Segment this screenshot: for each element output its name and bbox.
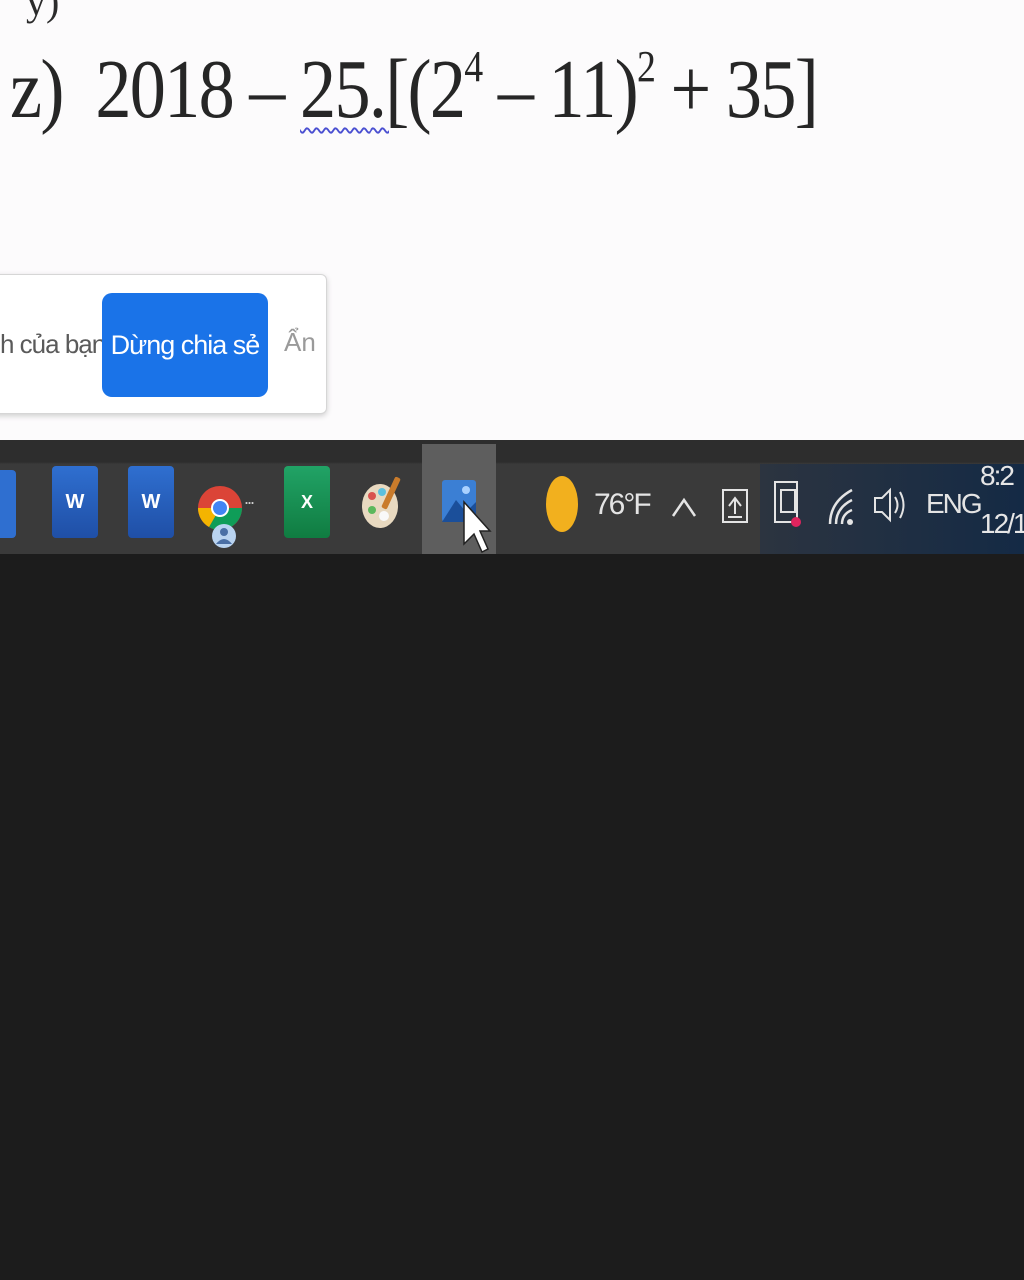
chevron-up-icon[interactable] (670, 492, 698, 527)
screen: y) z) 2018 – 25.[(24 – 11)2 + 35] h của … (0, 0, 1024, 1280)
screen-record-icon[interactable] (772, 476, 804, 539)
equation-exponent: 4 (464, 42, 483, 91)
taskbar-clock[interactable]: 8:2 12/1 (980, 452, 1024, 548)
document-canvas[interactable]: y) z) 2018 – 25.[(24 – 11)2 + 35] h của … (0, 0, 1024, 440)
hide-share-bar-link[interactable]: Ẩn (284, 327, 316, 358)
equation-part: – 11) (481, 43, 639, 136)
share-message: h của bạn. (0, 329, 112, 359)
screen-share-bar: h của bạn. Dừng chia sẻ Ẩn (0, 274, 327, 414)
stop-sharing-button[interactable]: Dừng chia sẻ (102, 293, 268, 397)
upload-icon[interactable] (720, 484, 750, 533)
word-icon[interactable]: W (52, 466, 98, 538)
clock-time: 8:2 (980, 460, 1015, 491)
volume-icon[interactable] (872, 482, 908, 533)
paint-icon[interactable] (358, 466, 406, 538)
previous-line-fragment: y) (26, 0, 60, 24)
equation-label: z) (10, 43, 64, 136)
input-language[interactable]: ENG (926, 488, 983, 520)
weather-sun-icon[interactable] (544, 470, 580, 539)
dark-empty-area (0, 554, 1024, 1280)
equation-part: 2018 – (95, 43, 301, 136)
chrome-overflow-indicator: ... (244, 488, 255, 508)
equation-part: + 35] (654, 43, 819, 136)
partial-app-icon[interactable] (0, 470, 16, 538)
wifi-icon[interactable] (826, 482, 858, 533)
mouse-cursor-icon (462, 500, 492, 561)
equation-exponent: 2 (637, 42, 656, 91)
clock-date: 12/1 (980, 508, 1024, 539)
excel-icon[interactable]: X (284, 466, 330, 538)
equation-part: (2 (407, 43, 466, 136)
equation-z: z) 2018 – 25.[(24 – 11)2 + 35] (10, 40, 819, 140)
spellcheck-marked-text: 25.[ (300, 43, 409, 136)
weather-temperature[interactable]: 76°F (594, 488, 652, 522)
word-icon[interactable]: W (128, 466, 174, 538)
